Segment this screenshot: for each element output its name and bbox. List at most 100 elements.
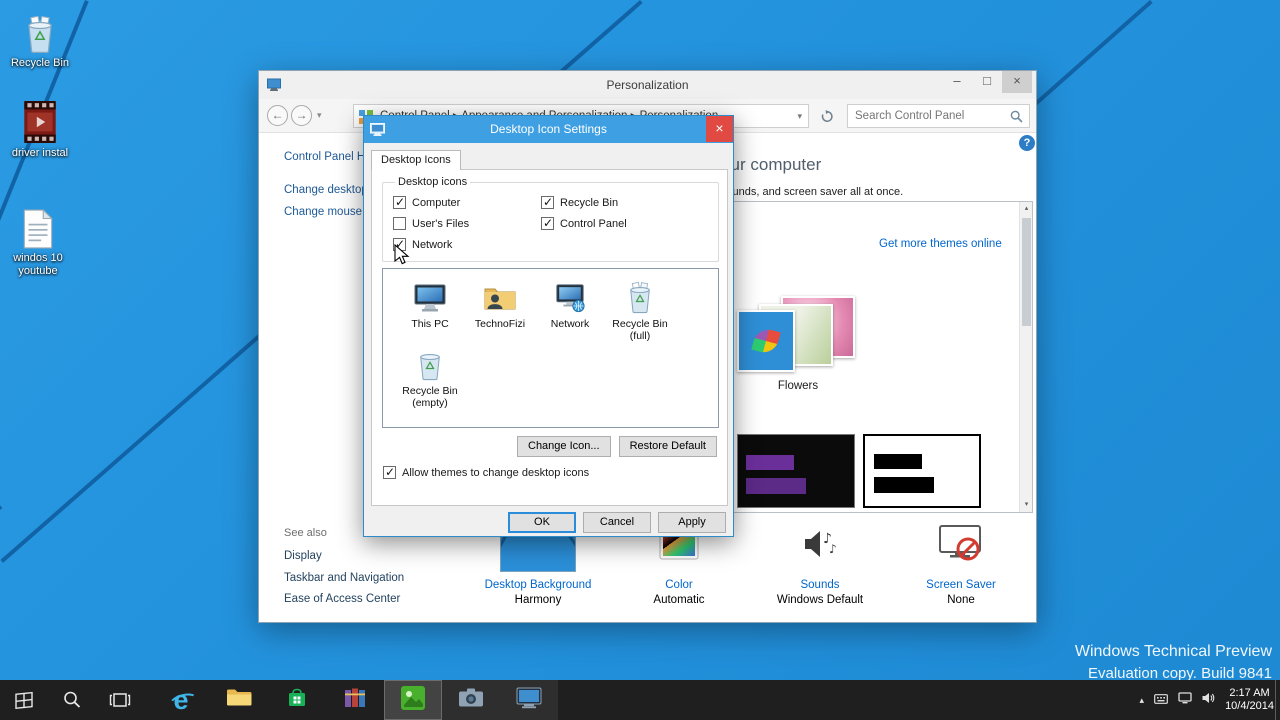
store-icon	[285, 686, 309, 715]
camera-icon	[458, 687, 484, 713]
address-dropdown-icon[interactable]: ▾	[797, 111, 802, 122]
preview-icon-this-pc[interactable]: This PC	[395, 281, 465, 342]
scrollbar-thumb[interactable]	[1022, 218, 1031, 326]
taskbar-clock[interactable]: 2:17 AM 10/4/2014	[1225, 687, 1274, 713]
video-file-icon	[6, 98, 74, 144]
checkbox-recycle-bin[interactable]: Recycle Bin	[541, 196, 708, 209]
hidden-icons-chevron[interactable]: ▴	[1140, 695, 1145, 706]
checkbox-box	[541, 217, 554, 230]
checkbox-label: User's Files	[412, 218, 469, 230]
preview-icon-recycle-bin-empty[interactable]: Recycle Bin (empty)	[395, 348, 465, 409]
theme-pinwheel-icon	[751, 326, 780, 355]
checkbox-users-files[interactable]: User's Files	[393, 217, 541, 230]
get-more-themes-link[interactable]: Get more themes online	[879, 238, 1002, 250]
checkbox-label: Network	[412, 239, 452, 251]
tab-desktop-icons[interactable]: Desktop Icons	[371, 150, 461, 170]
forward-button[interactable]: →	[291, 105, 312, 126]
taskbar: e	[0, 680, 1280, 720]
search-input[interactable]	[855, 106, 1005, 126]
evaluation-watermark: Windows Technical Preview Evaluation cop…	[1075, 641, 1272, 685]
desktop-icon-recycle-bin[interactable]: Recycle Bin	[6, 8, 74, 70]
network-tray-icon[interactable]	[1178, 691, 1192, 709]
volume-tray-icon[interactable]	[1202, 691, 1215, 709]
taskbar-app-camera[interactable]	[442, 680, 500, 720]
allow-themes-checkbox[interactable]: Allow themes to change desktop icons	[383, 466, 589, 479]
desktop-icon-label: driver instal	[12, 147, 68, 159]
checkbox-computer[interactable]: Computer	[393, 196, 541, 209]
theme-label: Flowers	[737, 380, 859, 392]
back-button[interactable]: ←	[267, 105, 288, 126]
window-titlebar[interactable]: Personalization – □ ×	[259, 71, 1036, 99]
recycle-bin-empty-icon	[395, 348, 465, 382]
recycle-bin-icon	[6, 8, 74, 54]
theme-high-contrast-black[interactable]	[737, 434, 855, 508]
display-icon	[516, 687, 542, 714]
start-button[interactable]	[0, 680, 48, 720]
theme-flowers[interactable]: Flowers	[737, 296, 859, 400]
sounds-icon: ♪ ♪	[799, 523, 841, 570]
keyboard-tray-icon[interactable]	[1154, 691, 1168, 709]
maximize-button[interactable]: □	[972, 71, 1002, 93]
user-folder-icon	[465, 281, 535, 315]
desktop-icon-driver-instal[interactable]: driver instal	[6, 98, 74, 160]
scroll-up-icon[interactable]: ▴	[1020, 202, 1033, 216]
checkbox-control-panel[interactable]: Control Panel	[541, 217, 708, 230]
preview-icon-network[interactable]: Network	[535, 281, 605, 342]
desktop-icon-windos-10-youtube[interactable]: windos 10 youtube	[4, 203, 72, 278]
dialog-title: Desktop Icon Settings	[364, 116, 733, 143]
taskbar-app-active[interactable]	[384, 680, 442, 720]
network-icon	[535, 281, 605, 315]
preview-icon-recycle-bin-full[interactable]: Recycle Bin (full)	[605, 281, 675, 342]
desktop-icon-label: Recycle Bin	[11, 57, 69, 69]
dialog-titlebar[interactable]: Desktop Icon Settings ×	[364, 116, 733, 143]
watermark-line1: Windows Technical Preview	[1075, 641, 1272, 663]
sidebar-item-ease-of-access[interactable]: Ease of Access Center	[284, 593, 400, 605]
search-box[interactable]	[847, 104, 1030, 128]
restore-default-button[interactable]: Restore Default	[619, 436, 717, 457]
wallpaper-stripe	[1020, 0, 1153, 118]
cancel-button[interactable]: Cancel	[583, 512, 651, 533]
taskbar-file-explorer[interactable]	[210, 680, 268, 720]
help-button[interactable]: ?	[1019, 135, 1035, 151]
ok-button[interactable]: OK	[508, 512, 576, 533]
sidebar-item-display[interactable]: Display	[284, 550, 322, 562]
checkbox-network[interactable]: Network	[393, 238, 541, 251]
scroll-down-icon[interactable]: ▾	[1020, 498, 1033, 512]
task-view-button[interactable]	[96, 680, 144, 720]
desktop-icon-settings-dialog: Desktop Icon Settings × Desktop Icons De…	[363, 115, 734, 537]
taskbar-app-display[interactable]	[500, 680, 558, 720]
groupbox-label: Desktop icons	[395, 176, 470, 188]
checkbox-label: Control Panel	[560, 218, 627, 230]
recycle-bin-full-icon	[605, 281, 675, 315]
clock-date: 10/4/2014	[1225, 700, 1274, 713]
scrollbar[interactable]: ▴ ▾	[1019, 202, 1032, 512]
close-button[interactable]: ×	[1002, 71, 1032, 93]
search-button[interactable]	[48, 680, 96, 720]
minimize-button[interactable]: –	[942, 71, 972, 93]
taskbar-internet-explorer[interactable]: e	[152, 680, 210, 720]
theme-current-thumbnail	[737, 310, 795, 372]
personalize-item-screen-saver[interactable]: Screen Saver None	[896, 519, 1026, 606]
apply-button[interactable]: Apply	[658, 512, 726, 533]
winrar-icon	[343, 687, 367, 714]
history-chevron-icon[interactable]: ▾	[317, 110, 322, 121]
svg-text:♪: ♪	[829, 542, 837, 556]
taskbar-store[interactable]	[268, 680, 326, 720]
see-also-heading: See also	[284, 527, 327, 539]
search-icon[interactable]	[1010, 110, 1023, 128]
checkbox-box	[393, 217, 406, 230]
change-icon-button[interactable]: Change Icon...	[517, 436, 611, 457]
personalize-item-sounds[interactable]: ♪ ♪ Sounds Windows Default	[755, 519, 885, 606]
checkbox-label: Allow themes to change desktop icons	[402, 467, 589, 479]
theme-high-contrast-white[interactable]	[863, 434, 981, 508]
refresh-button[interactable]	[815, 104, 839, 128]
dialog-close-button[interactable]: ×	[706, 116, 733, 142]
show-desktop-button[interactable]	[1275, 680, 1280, 720]
screen: Recycle Bin driver instal	[0, 0, 1280, 720]
sidebar-item-taskbar-navigation[interactable]: Taskbar and Navigation	[284, 572, 404, 584]
system-tray: ▴ 2:17 AM	[1140, 680, 1274, 720]
preview-icon-user-files[interactable]: TechnoFizi	[465, 281, 535, 342]
taskbar-winrar[interactable]	[326, 680, 384, 720]
internet-explorer-icon: e	[173, 687, 188, 713]
clock-time: 2:17 AM	[1225, 687, 1274, 700]
